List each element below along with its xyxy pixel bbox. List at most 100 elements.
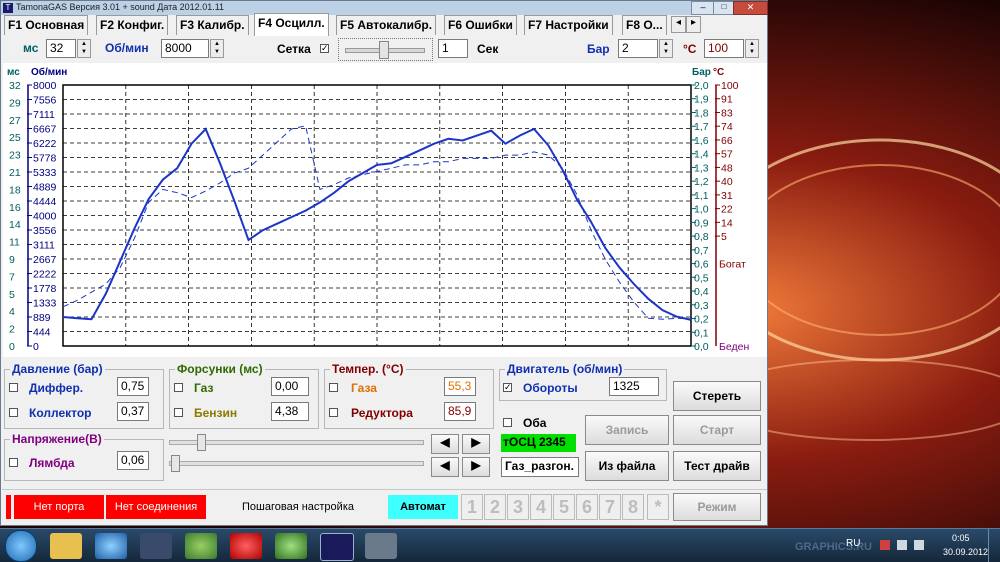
no-connection-status: Нет соединения — [106, 495, 206, 519]
tab-f2[interactable]: F2 Конфиг. — [96, 15, 169, 35]
ie-icon[interactable] — [95, 533, 127, 559]
axis-bar-label: 0,7 — [694, 245, 709, 257]
minimize-button[interactable]: – — [691, 1, 715, 15]
scroll-slider-top[interactable] — [169, 432, 424, 452]
bar-spinner[interactable]: ▲ ▼ — [659, 39, 673, 58]
axis-rpm-label: 4444 — [33, 196, 57, 208]
inj-gas-checkbox[interactable] — [174, 383, 183, 392]
tab-f3[interactable]: F3 Калибр. — [176, 15, 249, 35]
collector-label: Коллектор — [29, 406, 92, 420]
temp-gas-checkbox[interactable] — [329, 383, 338, 392]
axis-bar-label: 1,1 — [694, 190, 709, 202]
ms-spinner[interactable]: ▲ ▼ — [77, 39, 91, 58]
step-setup-button[interactable]: Пошаговая настройка — [211, 495, 385, 519]
inj-petrol-checkbox[interactable] — [174, 408, 183, 417]
axis-bar-label: 0,6 — [694, 259, 709, 271]
tools-icon[interactable] — [365, 533, 397, 559]
ms-input[interactable]: 32 — [46, 39, 76, 58]
diff-checkbox[interactable] — [9, 383, 18, 392]
lean-label: Беден — [719, 341, 749, 353]
axis-c-label: 14 — [721, 217, 733, 229]
title-bar[interactable]: T TamonaGAS Версия 3.01 + sound Дата 201… — [1, 1, 768, 15]
temp-red-checkbox[interactable] — [329, 408, 338, 417]
num-button-6[interactable]: 6 — [576, 494, 598, 520]
zoom-slider[interactable] — [338, 38, 433, 61]
tab-f7[interactable]: F7 Настройки — [524, 15, 613, 35]
axis-c-label: 48 — [721, 162, 733, 174]
tray-flag-icon[interactable] — [880, 540, 890, 550]
axis-rpm-label: 889 — [33, 312, 51, 324]
tab-f4[interactable]: F4 Осцилл. — [254, 13, 329, 36]
tab-f8[interactable]: F8 О... — [622, 15, 667, 35]
lambda-checkbox[interactable] — [9, 458, 18, 467]
c-input[interactable]: 100 — [704, 39, 744, 58]
utorrent-icon[interactable] — [275, 533, 307, 559]
tamona-icon[interactable] — [320, 533, 354, 561]
scroll-slider-bottom-thumb[interactable] — [171, 455, 180, 472]
zoom-slider-thumb[interactable] — [379, 41, 389, 59]
axis-rpm-label: 7111 — [33, 109, 55, 121]
axis-rpm-label: 2222 — [33, 269, 57, 281]
close-button[interactable]: ✕ — [733, 1, 768, 15]
grid-checkbox[interactable]: ✓ — [320, 44, 329, 53]
explorer-icon[interactable] — [50, 533, 82, 559]
tab-f1[interactable]: F1 Основная — [4, 15, 89, 35]
erase-button[interactable]: Стереть — [673, 381, 761, 411]
bar-input[interactable]: 2 — [618, 39, 658, 58]
start-button[interactable]: Старт — [673, 415, 761, 445]
prev-button-2[interactable]: ◀ — [431, 457, 459, 477]
tab-f5[interactable]: F5 Автокалибр. — [336, 15, 437, 35]
maximize-button[interactable]: □ — [713, 1, 735, 15]
file-name-field[interactable]: Газ_разгон. — [501, 457, 579, 477]
tab-f6[interactable]: F6 Ошибки — [444, 15, 517, 35]
num-button-1[interactable]: 1 — [461, 494, 483, 520]
next-button-2[interactable]: ▶ — [462, 457, 490, 477]
num-button-8[interactable]: 8 — [622, 494, 644, 520]
tray-network-icon[interactable] — [897, 540, 907, 550]
monitor-app-icon[interactable] — [140, 533, 172, 559]
axis-bar-label: 0,8 — [694, 231, 709, 243]
axis-c-label: 57 — [721, 149, 733, 161]
scroll-slider-top-thumb[interactable] — [197, 434, 206, 451]
sec-input[interactable]: 1 — [438, 39, 468, 58]
diff-value: 0,75 — [117, 377, 149, 396]
axis-bar-label: 1,2 — [694, 176, 709, 188]
language-indicator[interactable]: RU — [846, 538, 860, 549]
green-app-icon[interactable] — [185, 533, 217, 559]
both-checkbox[interactable] — [503, 418, 512, 427]
engine-rpm-checkbox[interactable]: ✓ — [503, 383, 512, 392]
clock-time[interactable]: 0:05 — [952, 533, 970, 543]
collector-checkbox[interactable] — [9, 408, 18, 417]
tab-scroll[interactable]: ◂ ▸ — [671, 16, 701, 33]
axis-c-label: 40 — [721, 176, 733, 188]
axis-rpm-label: 3111 — [33, 240, 55, 252]
num-button-star[interactable]: * — [647, 494, 669, 520]
from-file-button[interactable]: Из файла — [585, 451, 669, 481]
rpm-spinner[interactable]: ▲ ▼ — [210, 39, 224, 58]
show-desktop-button[interactable] — [988, 529, 1000, 562]
axis-c-label: 100 — [721, 80, 739, 92]
auto-button[interactable]: Автомат — [388, 495, 458, 519]
inj-gas-label: Газ — [194, 381, 214, 395]
axis-bar-label: 1,3 — [694, 162, 709, 174]
scroll-slider-bottom[interactable] — [169, 453, 424, 473]
axis-ms-label: 4 — [9, 306, 15, 318]
opera-icon[interactable] — [230, 533, 262, 559]
tray-volume-icon[interactable] — [914, 540, 924, 550]
num-button-3[interactable]: 3 — [507, 494, 529, 520]
start-orb-icon[interactable] — [5, 530, 37, 562]
mode-button[interactable]: Режим — [673, 493, 761, 521]
c-spinner[interactable]: ▲ ▼ — [745, 39, 759, 58]
axis-bar-label: 1,4 — [694, 149, 709, 161]
num-button-4[interactable]: 4 — [530, 494, 552, 520]
rpm-input[interactable]: 8000 — [161, 39, 209, 58]
prev-button-1[interactable]: ◀ — [431, 434, 459, 454]
num-button-5[interactable]: 5 — [553, 494, 575, 520]
num-button-2[interactable]: 2 — [484, 494, 506, 520]
next-button-1[interactable]: ▶ — [462, 434, 490, 454]
clock-date[interactable]: 30.09.2012 — [943, 547, 988, 557]
record-button[interactable]: Запись — [585, 415, 669, 445]
test-drive-button[interactable]: Тест драйв — [673, 451, 761, 481]
grid-label: Сетка — [277, 42, 311, 56]
num-button-7[interactable]: 7 — [599, 494, 621, 520]
